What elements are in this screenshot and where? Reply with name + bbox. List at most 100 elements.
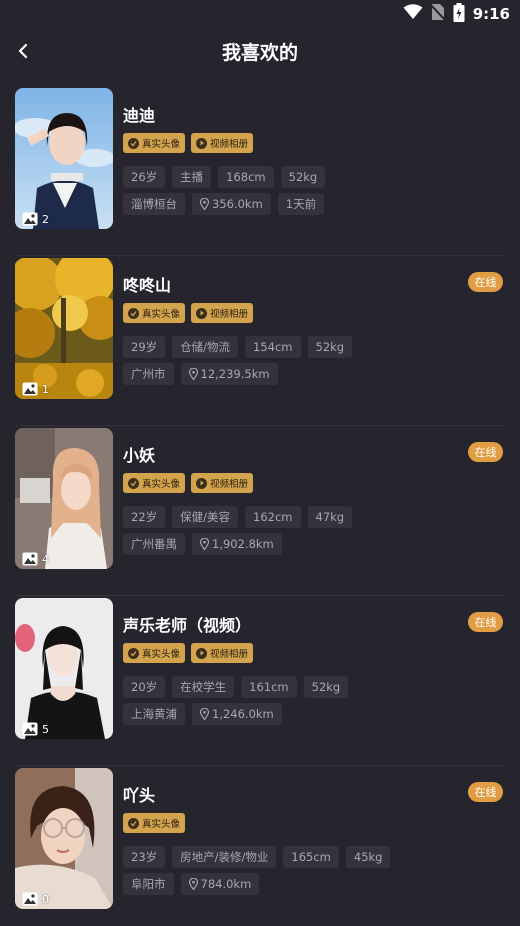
profile-list: 2 迪迪 真实头像 视频相册 26岁 主播 168cm 52kg 淄博桓台 35… — [0, 86, 520, 926]
play-icon — [196, 307, 208, 319]
verified-icon — [128, 137, 139, 149]
height-tag: 168cm — [218, 166, 274, 188]
online-badge: 在线 — [468, 442, 503, 462]
profile-attributes: 26岁 主播 168cm 52kg — [123, 166, 326, 188]
location-pin-icon — [200, 708, 209, 720]
status-bar: 9:16 — [0, 0, 520, 28]
online-badge: 在线 — [468, 272, 503, 292]
city-tag: 上海黄浦 — [123, 703, 185, 725]
video-album-label: 视频相册 — [210, 479, 249, 490]
location-pin-icon — [188, 878, 198, 890]
photo-count-value: 2 — [42, 212, 49, 226]
real-avatar-label: 真实头像 — [142, 649, 181, 660]
profile-location: 广州番禺 1,902.8km — [123, 533, 282, 555]
status-icons: 9:16 — [403, 2, 510, 26]
verified-icon — [128, 307, 139, 319]
profile-card[interactable]: 4 小妖 在线 真实头像 视频相册 22岁 保健/美容 162cm 47kg 广… — [0, 426, 520, 596]
distance-value: 784.0km — [200, 877, 252, 891]
profile-card[interactable]: 5 声乐老师（视频） 在线 真实头像 视频相册 20岁 在校学生 161cm 5… — [0, 596, 520, 766]
age-tag: 23岁 — [123, 846, 166, 868]
profile-location: 广州市 12,239.5km — [123, 363, 278, 385]
last-seen-tag: 1天前 — [277, 193, 325, 215]
video-album-badge: 视频相册 — [191, 133, 254, 153]
verified-icon — [128, 817, 139, 829]
battery-icon — [453, 2, 465, 26]
real-avatar-label: 真实头像 — [142, 819, 181, 830]
badge-row: 真实头像 视频相册 — [123, 303, 254, 323]
profile-name: 咚咚山 — [123, 276, 172, 295]
image-icon — [22, 382, 38, 396]
video-album-badge: 视频相册 — [191, 473, 254, 493]
image-icon — [22, 212, 38, 226]
wifi-icon — [403, 4, 423, 24]
profile-location: 淄博桓台 356.0km 1天前 — [123, 193, 325, 215]
badge-row: 真实头像 视频相册 — [123, 133, 254, 153]
distance-value: 356.0km — [212, 197, 263, 211]
age-tag: 29岁 — [123, 336, 166, 358]
photo-count-value: 1 — [42, 382, 49, 396]
profile-photo[interactable]: 2 — [15, 88, 113, 229]
distance-tag: 356.0km — [192, 193, 271, 215]
profile-photo[interactable]: 5 — [15, 598, 113, 739]
profile-attributes: 23岁 房地产/装修/物业 165cm 45kg — [123, 846, 391, 868]
badge-row: 真实头像 视频相册 — [123, 473, 254, 493]
real-avatar-label: 真实头像 — [142, 309, 181, 320]
photo-count: 4 — [22, 552, 49, 566]
profile-name: 吖头 — [123, 786, 156, 805]
city-tag: 阜阳市 — [123, 873, 174, 895]
height-tag: 154cm — [245, 336, 301, 358]
profile-name: 声乐老师（视频） — [123, 616, 252, 635]
badge-row: 真实头像 — [123, 813, 186, 833]
video-album-badge: 视频相册 — [191, 643, 254, 663]
city-tag: 广州市 — [123, 363, 174, 385]
weight-tag: 52kg — [303, 676, 349, 698]
profile-card[interactable]: 1 咚咚山 在线 真实头像 视频相册 29岁 仓储/物流 154cm 52kg … — [0, 256, 520, 426]
height-tag: 165cm — [283, 846, 339, 868]
distance-tag: 12,239.5km — [180, 363, 278, 385]
play-icon — [196, 137, 208, 149]
header: 我喜欢的 — [0, 28, 520, 76]
online-badge: 在线 — [468, 612, 503, 632]
height-tag: 161cm — [241, 676, 297, 698]
weight-tag: 47kg — [307, 506, 353, 528]
photo-count-value: 4 — [42, 552, 49, 566]
location-pin-icon — [200, 538, 209, 550]
age-tag: 20岁 — [123, 676, 166, 698]
profile-name: 小妖 — [123, 446, 156, 465]
real-avatar-label: 真实头像 — [142, 479, 181, 490]
job-tag: 房地产/装修/物业 — [172, 846, 277, 868]
photo-count-value: 5 — [42, 722, 49, 736]
profile-card[interactable]: 0 吖头 在线 真实头像 23岁 房地产/装修/物业 165cm 45kg 阜阳… — [0, 766, 520, 926]
job-tag: 在校学生 — [172, 676, 235, 698]
play-icon — [196, 477, 208, 489]
real-avatar-label: 真实头像 — [142, 139, 181, 150]
real-avatar-badge: 真实头像 — [123, 303, 186, 323]
profile-location: 阜阳市 784.0km — [123, 873, 260, 895]
age-tag: 26岁 — [123, 166, 166, 188]
real-avatar-badge: 真实头像 — [123, 643, 186, 663]
profile-card[interactable]: 2 迪迪 真实头像 视频相册 26岁 主播 168cm 52kg 淄博桓台 35… — [0, 86, 520, 256]
verified-icon — [128, 477, 139, 489]
location-pin-icon — [188, 368, 198, 380]
profile-photo[interactable]: 4 — [15, 428, 113, 569]
photo-count: 1 — [22, 382, 49, 396]
weight-tag: 45kg — [345, 846, 391, 868]
video-album-label: 视频相册 — [210, 649, 249, 660]
image-icon — [22, 892, 38, 906]
image-icon — [22, 722, 38, 736]
video-album-label: 视频相册 — [210, 309, 249, 320]
distance-value: 1,246.0km — [212, 707, 274, 721]
job-tag: 仓储/物流 — [172, 336, 239, 358]
distance-tag: 1,902.8km — [192, 533, 282, 555]
photo-count-value: 0 — [42, 892, 49, 906]
video-album-badge: 视频相册 — [191, 303, 254, 323]
height-tag: 162cm — [245, 506, 301, 528]
profile-photo[interactable]: 0 — [15, 768, 113, 909]
profile-attributes: 29岁 仓储/物流 154cm 52kg — [123, 336, 353, 358]
verified-icon — [128, 647, 139, 659]
profile-attributes: 20岁 在校学生 161cm 52kg — [123, 676, 349, 698]
distance-tag: 784.0km — [180, 873, 260, 895]
badge-row: 真实头像 视频相册 — [123, 643, 254, 663]
profile-attributes: 22岁 保健/美容 162cm 47kg — [123, 506, 353, 528]
profile-photo[interactable]: 1 — [15, 258, 113, 399]
